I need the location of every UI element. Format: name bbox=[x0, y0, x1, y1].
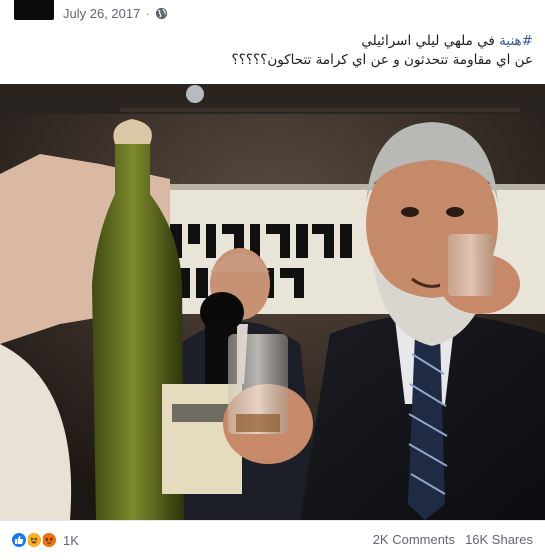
post-footer: 1K 2K Comments 16K Shares bbox=[0, 520, 545, 560]
avatar[interactable] bbox=[14, 0, 54, 20]
comments-count[interactable]: 2K Comments bbox=[373, 532, 455, 547]
hashtag-link[interactable]: #هنية bbox=[499, 33, 533, 49]
like-icon bbox=[10, 531, 28, 549]
shares-count[interactable]: 16K Shares bbox=[465, 532, 533, 547]
post-text-line-1: #هنية في ملهي ليلي اسرائيلي bbox=[13, 32, 533, 51]
post-meta: July 26, 2017 · bbox=[63, 5, 168, 21]
meta-separator: · bbox=[145, 5, 150, 21]
facebook-post: July 26, 2017 · #هنية في ملهي ليلي اسرائ… bbox=[0, 0, 545, 560]
post-date[interactable]: July 26, 2017 bbox=[63, 6, 140, 21]
post-text-line-1-rest: في ملهي ليلي اسرائيلي bbox=[361, 33, 500, 49]
post-text: #هنية في ملهي ليلي اسرائيلي عن اي مقاومة… bbox=[13, 32, 533, 70]
post-photo[interactable] bbox=[0, 84, 545, 520]
post-header: July 26, 2017 · bbox=[0, 0, 545, 28]
globe-icon[interactable] bbox=[155, 7, 168, 20]
post-text-line-2: عن اي مقاومة تتحدثون و عن اي كرامة تتحاك… bbox=[231, 52, 533, 68]
reactions-summary[interactable]: 1K bbox=[10, 529, 79, 551]
post-stats: 2K Comments 16K Shares bbox=[373, 532, 533, 547]
reaction-count: 1K bbox=[63, 532, 79, 548]
